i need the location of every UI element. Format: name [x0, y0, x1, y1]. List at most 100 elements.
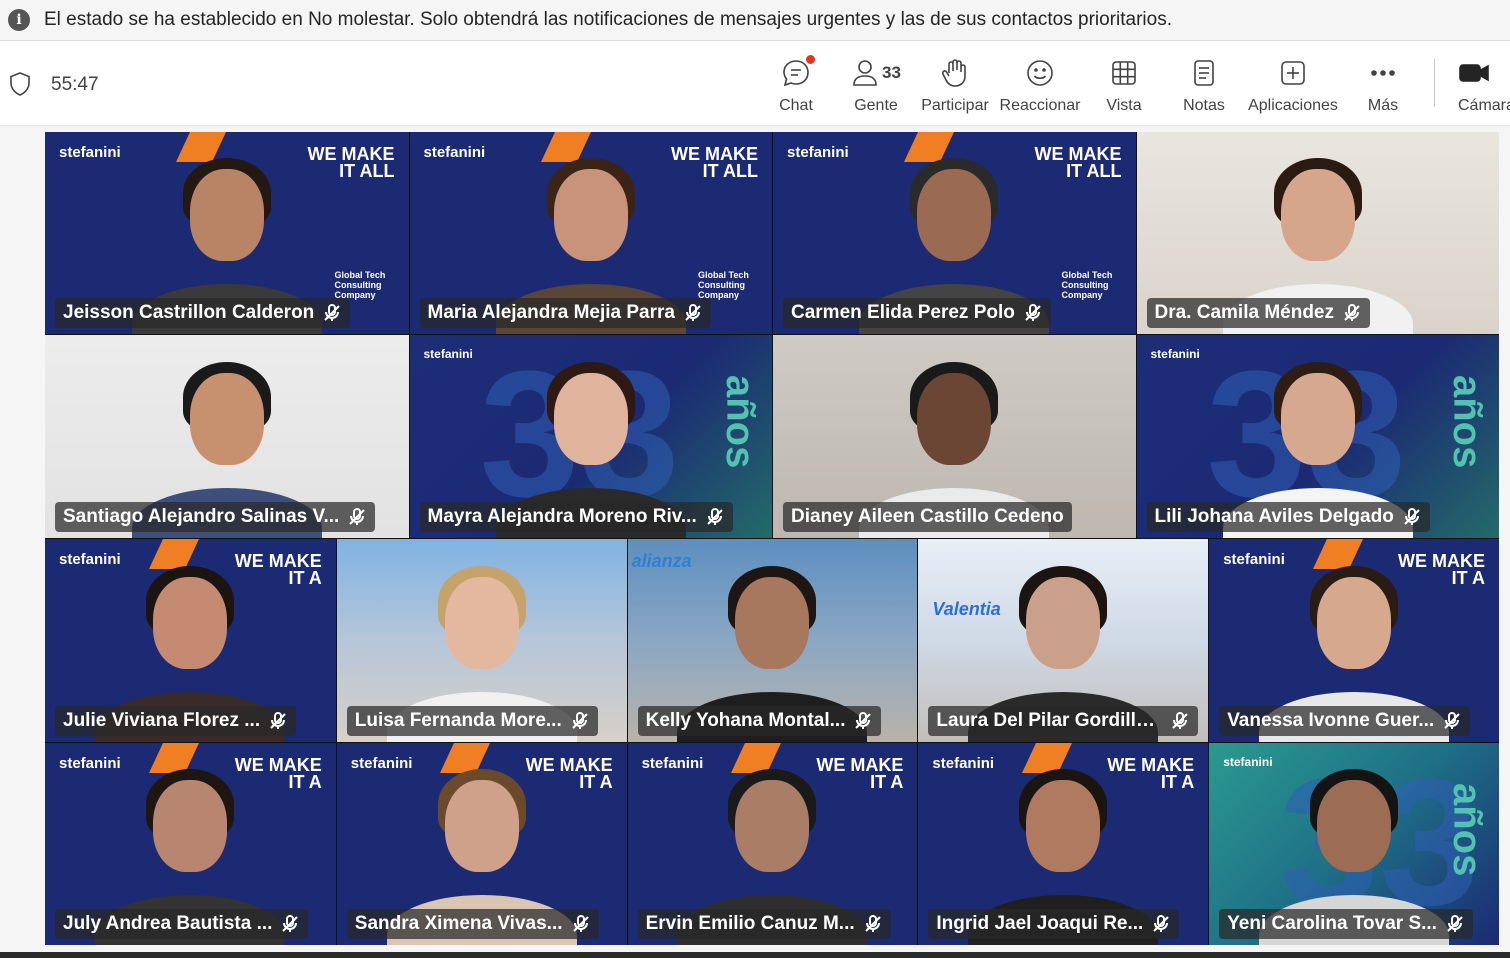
brand-company: Global Tech Consulting Company	[1061, 270, 1113, 300]
mic-muted-icon	[1442, 711, 1462, 731]
anniversary-word: años	[1445, 375, 1489, 469]
video-tile[interactable]: stefanini WE MAKE IT A Ervin Emilio Canuz M…	[627, 743, 918, 945]
notes-label: Notas	[1183, 97, 1225, 114]
smiley-icon	[1027, 60, 1053, 86]
video-tile[interactable]: stefanini WE MAKE IT A Julie Viviana Florez…	[45, 539, 336, 742]
participant-name: Mayra Alejandra Moreno Riv...	[427, 506, 697, 527]
video-tile[interactable]: Luisa Fernanda More...	[336, 539, 627, 742]
mic-muted-icon	[853, 711, 873, 731]
participant-name-tag: Maria Alejandra Mejia Parra	[419, 298, 711, 328]
participant-name: Dra. Camila Méndez	[1154, 302, 1335, 323]
mic-muted-icon	[705, 507, 725, 527]
participant-name: Julie Viviana Florez ...	[63, 710, 261, 731]
react-button[interactable]: Reaccionar	[999, 53, 1081, 115]
participant-name: Kelly Yohana Montal...	[645, 710, 846, 731]
apps-button[interactable]: Aplicaciones	[1248, 53, 1338, 115]
participant-name: Jeisson Castrillon Calderon	[63, 302, 315, 323]
apps-label: Aplicaciones	[1248, 97, 1338, 114]
video-tile[interactable]: Valentia Laura Del Pilar Gordillo ...	[918, 539, 1209, 742]
people-icon	[853, 60, 877, 86]
mic-muted-icon	[570, 711, 590, 731]
participant-name-tag: Dra. Camila Méndez	[1146, 298, 1370, 328]
camera-label: Cámara	[1458, 97, 1510, 114]
participant-name: July Andrea Bautista ...	[63, 913, 273, 934]
participant-name-tag: Ingrid Jael Joaqui Re...	[928, 909, 1180, 939]
status-message: El estado se ha establecido en No molest…	[44, 9, 1172, 30]
mic-muted-icon	[280, 914, 300, 934]
video-tile[interactable]: stefanini WE MAKE IT ALL Global Tech Consul…	[45, 132, 409, 334]
participant-name: Lili Johana Aviles Delgado	[1154, 506, 1394, 527]
more-icon	[1371, 70, 1395, 76]
stefanini-logo: stefanini	[1150, 347, 1200, 361]
video-tile[interactable]: stefanini WE MAKE IT A July Andrea Bautista…	[45, 743, 336, 945]
mic-muted-icon	[1023, 303, 1043, 323]
stefanini-logo: stefanini	[787, 144, 849, 161]
unread-badge	[805, 54, 816, 65]
participant-name: Laura Del Pilar Gordillo ...	[936, 710, 1163, 731]
more-button[interactable]: Más	[1362, 53, 1404, 115]
video-tile[interactable]: stefanini WE MAKE IT ALL Global Tech Consul…	[409, 132, 772, 334]
video-tile[interactable]: stefanini WE MAKE IT A Ingrid Jael Joaqui R…	[918, 743, 1209, 945]
toolbar-divider	[1434, 59, 1435, 107]
brand-company: Global Tech Consulting Company	[334, 270, 386, 300]
video-tile[interactable]: Dianey Aileen Castillo Cedeno	[773, 335, 1136, 538]
view-label: Vista	[1106, 97, 1142, 114]
notes-button[interactable]: Notas	[1182, 53, 1226, 115]
participant-name: Vanessa Ivonne Guer...	[1227, 710, 1435, 731]
participant-count: 33	[882, 63, 901, 82]
participant-name: Santiago Alejandro Salinas V...	[63, 506, 340, 527]
shield-icon[interactable]	[8, 71, 32, 97]
people-label: Gente	[854, 97, 898, 114]
grid-view-icon	[1112, 61, 1136, 85]
participant-name-tag: Ervin Emilio Canuz M...	[637, 909, 891, 939]
raise-hand-icon	[941, 59, 966, 87]
mic-muted-icon	[268, 711, 288, 731]
participant-name-tag: Laura Del Pilar Gordillo ...	[928, 706, 1199, 736]
notes-icon	[1194, 60, 1214, 86]
mic-muted-icon	[863, 914, 883, 934]
mic-muted-icon	[1445, 914, 1465, 934]
participant-name-tag: Dianey Aileen Castillo Cedeno	[783, 502, 1072, 532]
participant-name-tag: Jeisson Castrillon Calderon	[55, 298, 351, 328]
participant-name-tag: Mayra Alejandra Moreno Riv...	[419, 502, 733, 532]
video-tile[interactable]: 33añosstefaniniYeni Carolina Tovar S...	[1209, 743, 1499, 945]
people-button[interactable]: 33 Gente	[848, 53, 904, 115]
video-tile[interactable]: stefanini WE MAKE IT ALL Global Tech Consul…	[773, 132, 1136, 334]
raise-hand-button[interactable]: Participar	[921, 53, 989, 115]
camera-icon	[1459, 64, 1489, 82]
video-tile[interactable]: stefanini WE MAKE IT A Vanessa Ivonne Guer.…	[1209, 539, 1499, 742]
participant-name-tag: July Andrea Bautista ...	[55, 909, 309, 939]
participant-name: Sandra Ximena Vivas...	[354, 913, 563, 934]
participant-name-tag: Luisa Fernanda More...	[346, 706, 598, 736]
meeting-toolbar: 55:47 Chat 33 Gente Participar Reacciona…	[0, 41, 1510, 126]
participant-name: Ervin Emilio Canuz M...	[645, 913, 855, 934]
mic-muted-icon	[1402, 507, 1422, 527]
video-tile[interactable]: Dra. Camila Méndez	[1136, 132, 1499, 334]
participant-name-tag: Vanessa Ivonne Guer...	[1219, 706, 1471, 736]
camera-button[interactable]: Cámara	[1458, 53, 1510, 115]
video-tile[interactable]: Santiago Alejandro Salinas V...	[45, 335, 409, 538]
stefanini-logo: stefanini	[423, 347, 473, 361]
participant-name-tag: Sandra Ximena Vivas...	[346, 909, 599, 939]
chat-button[interactable]: Chat	[776, 53, 816, 115]
participant-name-tag: Julie Viviana Florez ...	[55, 706, 297, 736]
video-tile[interactable]: 33añosstefaniniLili Johana Aviles Delgad…	[1136, 335, 1499, 538]
participant-name: Maria Alejandra Mejia Parra	[427, 302, 675, 323]
video-gallery: stefanini WE MAKE IT ALL Global Tech Consul…	[45, 132, 1499, 945]
participant-name: Ingrid Jael Joaqui Re...	[936, 913, 1144, 934]
brand-company: Global Tech Consulting Company	[698, 270, 749, 300]
taskbar-edge	[0, 952, 1510, 958]
participant-name-tag: Kelly Yohana Montal...	[637, 706, 882, 736]
video-tile[interactable]: alianza Kelly Yohana Montal...	[627, 539, 918, 742]
video-tile[interactable]: stefanini WE MAKE IT A Sandra Ximena Vivas.…	[336, 743, 627, 945]
react-label: Reaccionar	[999, 97, 1081, 114]
status-banner: i El estado se ha establecido en No mole…	[0, 0, 1510, 41]
video-tile[interactable]: 33añosstefaniniMayra Alejandra Moreno Ri…	[409, 335, 772, 538]
mic-muted-icon	[1170, 711, 1190, 731]
view-button[interactable]: Vista	[1104, 53, 1144, 115]
more-label: Más	[1367, 97, 1399, 114]
participant-name: Carmen Elida Perez Polo	[791, 302, 1015, 323]
participant-name: Dianey Aileen Castillo Cedeno	[791, 506, 1064, 527]
participant-name: Yeni Carolina Tovar S...	[1227, 913, 1437, 934]
participant-name-tag: Lili Johana Aviles Delgado	[1146, 502, 1430, 532]
